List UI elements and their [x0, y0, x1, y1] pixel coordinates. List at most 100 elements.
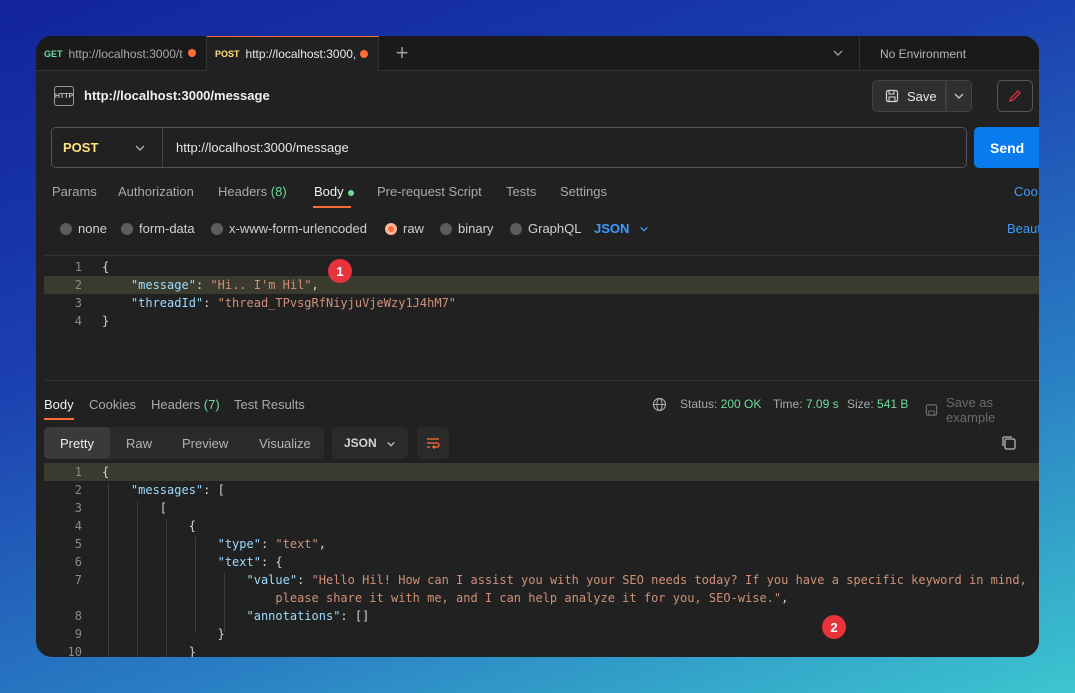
request-tab-get[interactable]: GET http://localhost:3000/t	[36, 36, 207, 71]
status-value: 200 OK	[720, 397, 762, 411]
save-icon	[885, 89, 899, 103]
json-key: "text"	[217, 555, 261, 569]
view-raw[interactable]: Raw	[126, 427, 152, 459]
line-number: 5	[74, 537, 82, 551]
radio-urlencoded[interactable]: x-www-form-urlencoded	[211, 221, 367, 236]
beautify-link[interactable]: Beaut	[1007, 221, 1039, 236]
radio-label: x-www-form-urlencoded	[229, 221, 367, 236]
tab-headers[interactable]: Headers (8)	[218, 184, 287, 199]
tab-method-post: POST	[215, 49, 240, 59]
response-format-select[interactable]: JSON	[332, 427, 408, 459]
globe-icon[interactable]	[652, 397, 667, 412]
code-text: : [	[203, 483, 225, 497]
send-button[interactable]: Send	[974, 127, 1039, 168]
time-value: 7.09 s	[805, 397, 839, 411]
wrap-lines-icon	[427, 438, 440, 449]
radio-form-data[interactable]: form-data	[121, 221, 195, 236]
size-indicator[interactable]: Size: 541 B	[847, 397, 908, 411]
tab-params[interactable]: Params	[52, 184, 97, 199]
code-line-highlighted: 1{	[44, 463, 1039, 481]
response-headers-count: (7)	[203, 397, 220, 412]
save-example-label: Save as example	[946, 395, 996, 425]
response-body-viewer[interactable]: 1{ 2 "messages": [ 3 [ 4 { 5 "type": "te…	[44, 463, 1039, 657]
view-visualize[interactable]: Visualize	[259, 427, 311, 459]
radio-graphql[interactable]: GraphQL	[510, 221, 581, 236]
url-bar: POST http://localhost:3000/message	[51, 127, 967, 168]
add-tab-button[interactable]: +	[390, 40, 414, 66]
annotation-badge-1: 1	[328, 259, 352, 283]
response-tab-body[interactable]: Body	[44, 397, 74, 412]
chevron-down-icon	[954, 93, 964, 99]
line-number: 1	[74, 260, 82, 274]
response-tab-cookies[interactable]: Cookies	[89, 397, 136, 412]
radio-label: none	[78, 221, 107, 236]
environment-selector[interactable]: No Environment	[859, 36, 1039, 71]
code-text: [	[159, 501, 168, 515]
radio-circle	[211, 222, 223, 235]
code-text: }	[188, 645, 196, 657]
save-button[interactable]: Save	[872, 80, 946, 112]
tab-body-label: Body	[314, 184, 344, 199]
active-tab-underline	[44, 418, 74, 420]
status-indicator[interactable]: Status: 200 OK	[680, 397, 761, 411]
unsaved-dot	[360, 50, 368, 58]
cookies-link[interactable]: Coo	[1014, 184, 1038, 199]
request-body-editor[interactable]: 1{ 2 "message": "Hi.. I'm Hil", 3 "threa…	[44, 255, 1039, 381]
request-title[interactable]: http://localhost:3000/message	[84, 88, 270, 103]
code-text: :	[260, 537, 276, 551]
save-icon	[925, 404, 938, 416]
json-key: "messages"	[130, 483, 204, 497]
radio-circle	[510, 222, 522, 235]
json-string: "Hi.. I'm Hil"	[210, 278, 312, 292]
request-tab-post[interactable]: POST http://localhost:3000,	[207, 36, 379, 71]
line-number: 6	[74, 555, 82, 569]
method-value: POST	[63, 140, 99, 155]
edit-button[interactable]	[997, 80, 1033, 112]
code-text: :	[195, 278, 211, 292]
response-tab-test-results[interactable]: Test Results	[234, 397, 305, 412]
radio-raw[interactable]: raw	[385, 221, 424, 236]
body-language-select[interactable]: JSON	[594, 221, 649, 236]
save-options-button[interactable]	[946, 80, 972, 112]
json-string: "text"	[275, 537, 319, 551]
url-input[interactable]: http://localhost:3000/message	[176, 140, 349, 155]
code-line: 1{	[44, 258, 1039, 276]
line-number: 2	[74, 278, 82, 292]
tab-body[interactable]: Body	[314, 184, 354, 199]
line-number: 9	[74, 627, 82, 641]
code-text: : {	[260, 555, 283, 569]
time-label: Time:	[773, 397, 803, 411]
radio-none[interactable]: none	[60, 221, 107, 236]
code-line: 7 "value": "Hello Hil! How can I assist …	[44, 571, 1039, 589]
method-select[interactable]: POST	[52, 128, 163, 167]
code-line: 8 "annotations": []	[44, 607, 1039, 625]
radio-binary[interactable]: binary	[440, 221, 493, 236]
json-string: "thread_TPvsgRfNiyjuVjeWzy1J4hM7"	[217, 296, 457, 310]
tab-pre-request-script[interactable]: Pre-request Script	[377, 184, 482, 199]
tab-tests[interactable]: Tests	[506, 184, 536, 199]
tab-authorization[interactable]: Authorization	[118, 184, 194, 199]
chevron-down-icon	[387, 441, 395, 447]
headers-count: (8)	[270, 184, 287, 199]
size-label: Size:	[847, 397, 874, 411]
code-line: 5 "type": "text",	[44, 535, 1039, 553]
view-pretty[interactable]: Pretty	[44, 427, 110, 459]
save-label: Save	[907, 88, 937, 104]
line-number: 8	[74, 609, 82, 623]
time-indicator[interactable]: Time: 7.09 s	[773, 397, 839, 411]
view-preview[interactable]: Preview	[182, 427, 228, 459]
tab-settings[interactable]: Settings	[560, 184, 607, 199]
chevron-down-icon[interactable]	[832, 47, 844, 59]
postman-window: GET http://localhost:3000/t POST http://…	[36, 36, 1039, 657]
tab-method-get: GET	[44, 48, 63, 59]
tab-bar: GET http://localhost:3000/t POST http://…	[36, 36, 1039, 71]
radio-circle	[60, 222, 72, 235]
response-tab-headers[interactable]: Headers (7)	[151, 397, 220, 412]
wrap-lines-button[interactable]	[417, 427, 449, 459]
code-text: :	[203, 296, 218, 310]
copy-icon[interactable]	[1000, 434, 1018, 452]
code-line: 10 }	[44, 643, 1039, 657]
save-as-example-button[interactable]: Save as example	[925, 395, 1039, 425]
radio-label: GraphQL	[528, 221, 582, 236]
http-icon: HTTP	[54, 86, 74, 106]
